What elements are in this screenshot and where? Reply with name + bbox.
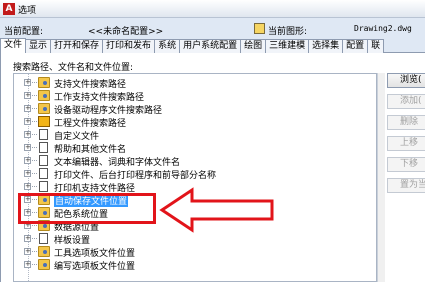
move-down-button[interactable]: 下移 [387,157,425,172]
annotation-arrow-icon [159,187,274,233]
config-row: 当前配置: <<未命名配置>> 当前图形: Drawing2.dwg [0,22,425,37]
current-drawing-label: 当前图形: [268,27,308,37]
tree-item[interactable]: + 自定义文件 [14,128,376,142]
tab-online[interactable]: 联 [367,39,385,53]
folder-icon [38,103,50,114]
expand-icon[interactable]: + [24,105,31,112]
set-current-button[interactable]: 置为当前 [387,178,425,193]
tree-item[interactable]: + 设备驱动程序文件搜索路径 [14,102,376,116]
folder-icon [38,77,50,88]
tree-item[interactable]: + 支持文件搜索路径 [14,76,376,90]
book-icon [38,116,50,127]
file-icon [39,142,48,153]
title-bar: A 选项 [0,0,425,18]
browse-button[interactable]: 浏览( [387,73,425,88]
tab-files[interactable]: 文件 [0,38,27,53]
tab-bar: 文件 显示 打开和保存 打印和发布 系统 用户系统配置 绘图 三维建模 选择集 配置联 [0,38,425,53]
tab-system[interactable]: 系统 [154,39,181,53]
expand-icon[interactable]: + [24,144,31,151]
expand-icon[interactable]: + [24,131,31,138]
window-title: 选项 [18,6,37,16]
tab-plot-publish[interactable]: 打印和发布 [102,39,156,53]
expand-icon[interactable]: + [24,248,31,255]
expand-icon[interactable]: + [24,118,31,125]
tree-item[interactable]: + 工程文件搜索路径 [14,115,376,129]
tab-open-save[interactable]: 打开和保存 [50,39,104,53]
tab-profiles[interactable]: 配置 [342,39,369,53]
tab-user-preferences[interactable]: 用户系统配置 [179,39,242,53]
remove-button[interactable]: 删除 [387,115,425,130]
expand-icon[interactable]: + [24,235,31,242]
tab-display[interactable]: 显示 [25,39,52,53]
folder-icon [38,246,50,257]
tree-item[interactable]: + 文本编辑器、词典和字体文件名 [14,154,376,168]
tree-scrollbar[interactable] [377,73,385,282]
current-drawing-value: Drawing2.dwg [354,24,412,33]
tab-3d-modeling[interactable]: 三维建模 [265,39,310,53]
tab-drafting[interactable]: 绘图 [240,39,267,53]
expand-icon[interactable]: + [24,157,31,164]
folder-icon [38,90,50,101]
folder-icon [38,259,50,270]
expand-icon[interactable]: + [24,183,31,190]
drawing-icon [254,23,265,34]
tree-item[interactable]: + 工具选项板文件位置 [14,245,376,259]
move-up-button[interactable]: 上移 [387,136,425,151]
file-icon [39,155,48,166]
files-panel: 搜索路径、文件名和文件位置: + 支持文件搜索路径 + 工作支持文件搜索路径 +… [0,53,425,282]
add-button[interactable]: 添加( [387,94,425,109]
file-icon [39,181,48,192]
expand-icon[interactable]: + [24,79,31,86]
current-profile-value: <<未命名配置>> [88,27,164,37]
tab-selection[interactable]: 选择集 [308,39,344,53]
autocad-app-icon: A [3,3,15,15]
tree-item-label: 编写选项板文件位置 [54,262,136,272]
file-icon [39,233,48,244]
annotation-highlight-box [18,193,156,224]
expand-icon[interactable]: + [24,170,31,177]
search-paths-tree[interactable]: + 支持文件搜索路径 + 工作支持文件搜索路径 + 设备驱动程序文件搜索路径 +… [13,73,377,282]
tree-item[interactable]: + 打印文件、后台打印程序和前导部分名称 [14,167,376,181]
search-paths-label: 搜索路径、文件名和文件位置: [13,63,134,73]
file-icon [39,129,48,140]
current-profile-label: 当前配置: [4,27,44,37]
file-icon [39,168,48,179]
expand-icon[interactable]: + [24,92,31,99]
tree-item[interactable]: + 工作支持文件搜索路径 [14,89,376,103]
expand-icon[interactable]: + [24,261,31,268]
tree-item[interactable]: + 帮助和其他文件名 [14,141,376,155]
tree-item[interactable]: + 编写选项板文件位置 [14,258,376,272]
